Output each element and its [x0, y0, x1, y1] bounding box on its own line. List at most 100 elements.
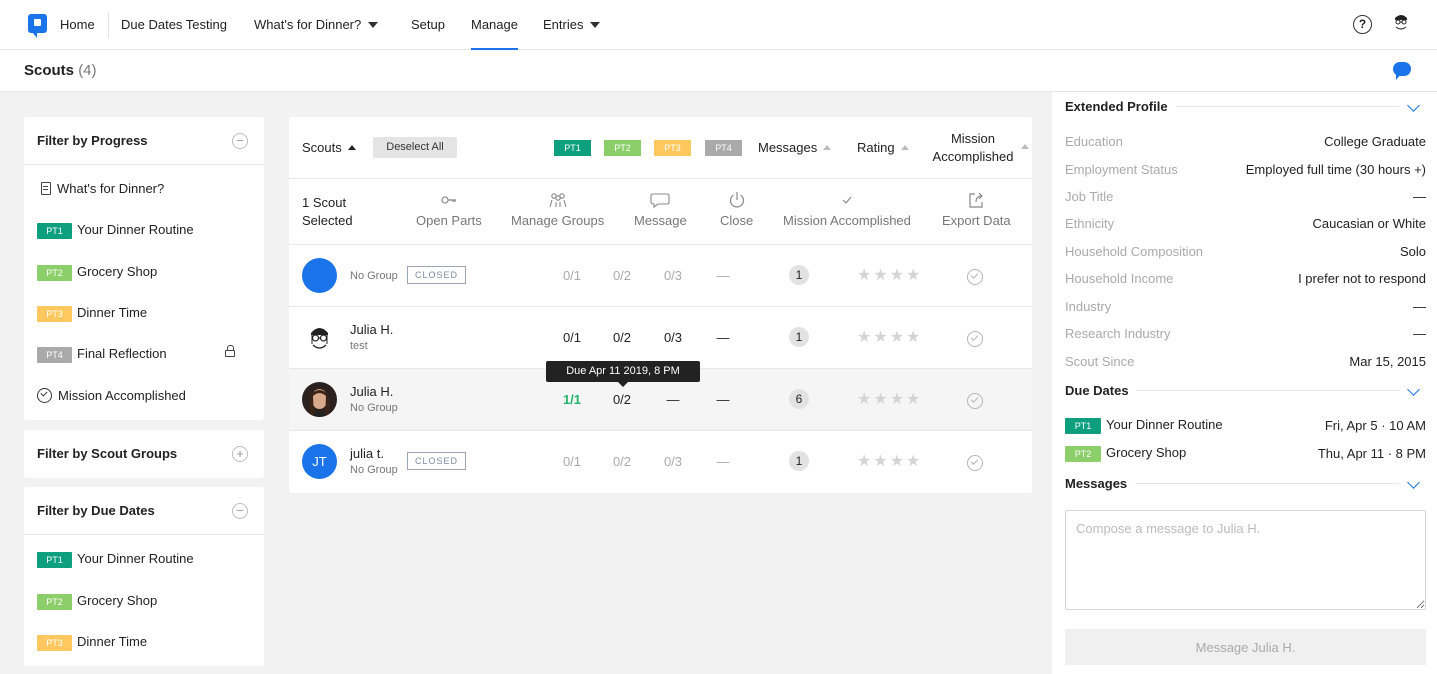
progress-pt2: 0/2 [612, 330, 632, 345]
col-pt1[interactable]: PT1 [554, 140, 591, 156]
close-action[interactable]: Close [720, 191, 753, 228]
nav-due-dates-testing[interactable]: Due Dates Testing [121, 0, 227, 50]
app-logo-icon[interactable] [28, 14, 47, 38]
progress-pt3: 0/3 [663, 330, 683, 345]
group-icon [549, 193, 567, 208]
table-row[interactable]: JT julia t. No Group CLOSED 0/1 0/2 0/3 … [289, 431, 1032, 493]
collapse-minus-icon[interactable]: − [232, 503, 248, 519]
expand-plus-icon[interactable]: + [232, 446, 248, 462]
open-parts-action[interactable]: Open Parts [416, 191, 482, 228]
chevron-down-icon[interactable] [1407, 476, 1420, 489]
deselect-all-button[interactable]: Deselect All [373, 137, 457, 158]
profile-row: Industry — [1065, 299, 1426, 315]
scout-name[interactable]: julia t. [350, 446, 384, 461]
mission-check-icon[interactable] [967, 331, 983, 347]
filter-pt1[interactable]: PT1 Your Dinner Routine [37, 221, 194, 239]
nav-manage[interactable]: Manage [471, 0, 518, 50]
chevron-down-icon[interactable] [1407, 99, 1420, 112]
chat-icon[interactable] [1393, 62, 1411, 80]
star-rating[interactable]: ★★★★ [857, 265, 922, 285]
filter-pt4[interactable]: PT4 Final Reflection [37, 345, 237, 363]
pt3-badge: PT3 [37, 305, 72, 322]
profile-label: Household Composition [1065, 244, 1204, 259]
progress-pt3: 0/3 [663, 268, 683, 283]
scout-name[interactable]: Julia H. [350, 322, 393, 337]
progress-pt1[interactable]: 1/1 [552, 392, 592, 407]
due-filter-pt1[interactable]: PT1 Your Dinner Routine [37, 550, 194, 568]
page-header: Scouts (4) [0, 50, 1437, 92]
lock-icon [225, 345, 235, 357]
nav-entries-label: Entries [543, 17, 584, 32]
speech-bubble-icon [650, 193, 670, 209]
due-date-value: Thu, Apr 11 · 8 PM [1317, 446, 1426, 461]
star-rating[interactable]: ★★★★ [857, 451, 922, 471]
nav-entries[interactable]: Entries [543, 0, 601, 50]
table-row[interactable]: No Group CLOSED 0/1 0/2 0/3 — 1 ★★★★ [289, 245, 1032, 307]
filter-groups-header[interactable]: Filter by Scout Groups + [24, 430, 264, 478]
due-part-name: Your Dinner Routine [1106, 417, 1223, 432]
mission-accomplished-label: Mission Accomplished [783, 213, 911, 228]
col-pt2[interactable]: PT2 [604, 140, 641, 156]
progress-pt2: 0/2 [612, 392, 632, 407]
messages-title: Messages [1065, 476, 1136, 491]
mission-check-icon[interactable] [967, 455, 983, 471]
filter-pt3-label: Dinner Time [77, 305, 148, 320]
col-pt3[interactable]: PT3 [654, 140, 691, 156]
col-rating: Rating [857, 140, 895, 155]
filter-accomplished-label: Mission Accomplished [58, 388, 186, 403]
due-filter-pt1-label: Your Dinner Routine [77, 551, 194, 566]
message-count[interactable]: 1 [789, 265, 809, 285]
compose-message-input[interactable] [1065, 510, 1426, 610]
col-pt4[interactable]: PT4 [705, 140, 742, 156]
nav-setup[interactable]: Setup [411, 0, 445, 50]
due-date-tooltip: Due Apr 11 2019, 8 PM [546, 361, 700, 387]
due-filter-pt3[interactable]: PT3 Dinner Time [37, 633, 147, 651]
message-count[interactable]: 6 [789, 389, 809, 409]
filter-accomplished[interactable]: Mission Accomplished [37, 387, 186, 405]
sort-mission-accomplished[interactable]: Mission Accomplished [919, 130, 1029, 166]
star-rating[interactable]: ★★★★ [857, 327, 922, 347]
scout-group: No Group [350, 402, 398, 414]
mission-check-icon[interactable] [967, 269, 983, 285]
message-count[interactable]: 1 [789, 327, 809, 347]
chevron-down-icon[interactable] [1407, 383, 1420, 396]
sort-messages[interactable]: Messages [758, 140, 832, 155]
profile-row: Education College Graduate [1065, 134, 1426, 150]
manage-groups-action[interactable]: Manage Groups [511, 191, 604, 228]
message-count[interactable]: 1 [789, 451, 809, 471]
filter-progress-title: Filter by Progress [37, 133, 148, 148]
progress-pt4: — [716, 330, 730, 345]
sort-rating[interactable]: Rating [857, 140, 909, 155]
message-action[interactable]: Message [634, 191, 687, 228]
pt2-badge: PT2 [37, 264, 72, 281]
table-row[interactable]: Julia H. test 0/1 0/2 0/3 — 1 ★★★★ [289, 307, 1032, 369]
profile-label: Job Title [1065, 189, 1114, 204]
export-data-action[interactable]: Export Data [942, 191, 1011, 228]
filter-mission[interactable]: What's for Dinner? [37, 180, 164, 198]
filter-pt2[interactable]: PT2 Grocery Shop [37, 263, 157, 281]
sort-scouts[interactable]: Scouts [302, 140, 356, 155]
col-messages: Messages [758, 140, 818, 155]
due-filter-pt2[interactable]: PT2 Grocery Shop [37, 592, 157, 610]
nav-home[interactable]: Home [60, 0, 95, 50]
help-icon[interactable]: ? [1353, 15, 1372, 34]
send-message-button[interactable]: Message Julia H. [1065, 629, 1426, 665]
mission-check-icon[interactable] [967, 393, 983, 409]
page-title-text: Scouts [24, 62, 75, 79]
scout-detail-panel: Extended Profile Education College Gradua… [1052, 92, 1437, 674]
user-avatar-icon[interactable] [1390, 11, 1412, 33]
profile-value: Caucasian or White [1312, 216, 1426, 231]
due-part-name: Grocery Shop [1106, 445, 1187, 460]
nav-whats-for-dinner[interactable]: What's for Dinner? [254, 0, 379, 50]
profile-row: Household Income I prefer not to respond [1065, 271, 1426, 287]
mission-accomplished-action[interactable]: Mission Accomplished [783, 191, 911, 228]
progress-pt1: 0/1 [562, 268, 582, 283]
scout-name[interactable]: Julia H. [350, 384, 393, 399]
filter-due-header[interactable]: Filter by Due Dates − [24, 487, 264, 535]
due-date-value: Fri, Apr 5 · 10 AM [1324, 418, 1426, 433]
star-rating[interactable]: ★★★★ [857, 389, 922, 409]
filter-pt3[interactable]: PT3 Dinner Time [37, 304, 147, 322]
selected-line1: 1 Scout [302, 195, 347, 210]
collapse-minus-icon[interactable]: − [232, 133, 248, 149]
filter-progress-header[interactable]: Filter by Progress − [24, 117, 264, 165]
